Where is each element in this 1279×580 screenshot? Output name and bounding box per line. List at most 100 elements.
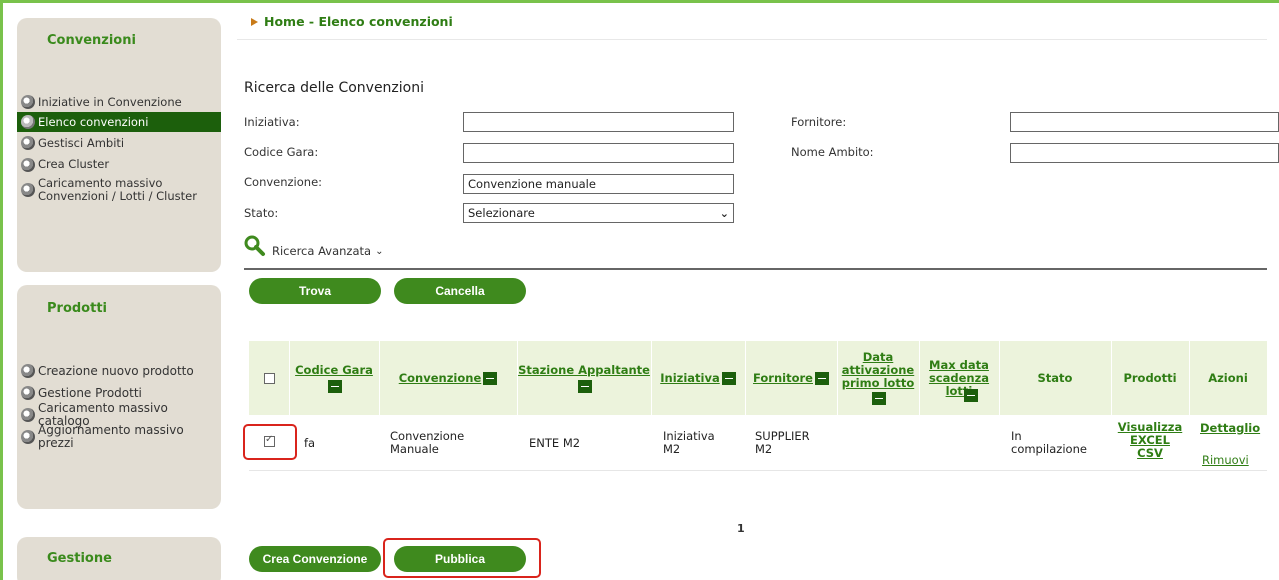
- select-all-checkbox[interactable]: [263, 372, 275, 384]
- collapse-column-icon[interactable]: [872, 392, 886, 405]
- header-data-attivazione[interactable]: Data attivazione primo lotto: [837, 341, 919, 415]
- chevron-down-icon: ⌄: [375, 245, 384, 257]
- highlight-pubblica-button: [383, 538, 541, 578]
- header-convenzione[interactable]: Convenzione: [379, 341, 517, 415]
- sidebar-item-aggiornamento-massivo-prezzi[interactable]: Aggiornamento massivo prezzi: [21, 423, 217, 450]
- cell-prodotti: Visualizza EXCEL CSV: [1111, 421, 1189, 460]
- bullet-icon: [21, 408, 35, 422]
- sidebar-item-caricamento-massivo-convenzioni[interactable]: Caricamento massivo Convenzioni / Lotti …: [21, 175, 217, 205]
- sidebar-item-creazione-nuovo-prodotto[interactable]: Creazione nuovo prodotto: [21, 360, 217, 382]
- header-stato: Stato: [999, 341, 1111, 415]
- bullet-icon: [21, 136, 35, 150]
- header-fornitore-label: Fornitore: [753, 370, 813, 385]
- bullet-icon: [21, 115, 35, 129]
- sidebar-item-elenco-convenzioni[interactable]: Elenco convenzioni: [17, 112, 221, 132]
- header-codice-gara-label: Codice Gara: [295, 362, 373, 377]
- bullet-icon: [21, 430, 35, 444]
- table-header: Codice Gara Convenzione Stazione Appalta…: [249, 341, 1267, 415]
- page-number[interactable]: 1: [737, 522, 745, 535]
- header-stazione-appaltante-label: Stazione Appaltante: [518, 362, 650, 377]
- header-max-data-scadenza-label: Max data scadenza lotti: [928, 357, 990, 398]
- bullet-icon: [21, 364, 35, 378]
- advanced-search-label: Ricerca Avanzata: [272, 244, 372, 258]
- chevron-down-icon: ⌄: [719, 206, 729, 220]
- header-stazione-appaltante[interactable]: Stazione Appaltante: [517, 341, 651, 415]
- bullet-icon: [21, 157, 35, 172]
- iniziativa-label: Iniziativa:: [244, 115, 300, 129]
- collapse-column-icon[interactable]: [814, 371, 829, 385]
- bullet-icon: [21, 183, 35, 197]
- stato-select-value: Selezionare: [468, 206, 535, 220]
- header-max-data-scadenza[interactable]: Max data scadenza lotti: [919, 341, 999, 415]
- trova-button[interactable]: Trova: [249, 278, 381, 304]
- crea-convenzione-button[interactable]: Crea Convenzione: [249, 546, 381, 572]
- frame-left-border: [0, 0, 3, 580]
- sidebar-item-crea-cluster[interactable]: Crea Cluster: [21, 154, 217, 175]
- header-azioni-label: Azioni: [1208, 370, 1248, 385]
- header-prodotti: Prodotti: [1111, 341, 1189, 415]
- sidebar-title-gestione: Gestione: [47, 551, 112, 566]
- search-icon: [244, 235, 265, 256]
- sidebar-item-label: Aggiornamento massivo prezzi: [38, 423, 184, 450]
- dettaglio-link[interactable]: Dettaglio: [1200, 422, 1260, 435]
- header-prodotti-label: Prodotti: [1123, 370, 1177, 385]
- sidebar-item-label: Iniziative in Convenzione: [38, 94, 182, 109]
- header-codice-gara[interactable]: Codice Gara: [289, 341, 379, 415]
- cell-fornitore: SUPPLIER M2: [755, 429, 810, 456]
- codice-gara-label: Codice Gara:: [244, 145, 319, 159]
- fornitore-label: Fornitore:: [791, 115, 847, 129]
- sidebar-title-prodotti: Prodotti: [47, 301, 107, 316]
- advanced-search-toggle[interactable]: Ricerca Avanzata ⌄: [244, 234, 383, 258]
- header-select-cell: [249, 341, 289, 415]
- nome-ambito-input[interactable]: [1010, 143, 1279, 163]
- header-data-attivazione-label: Data attivazione primo lotto: [841, 350, 915, 390]
- csv-link[interactable]: CSV: [1111, 447, 1189, 460]
- iniziativa-input[interactable]: [463, 112, 734, 132]
- search-divider: [244, 268, 1267, 270]
- sidebar-panel-convenzioni: Convenzioni Iniziative in Convenzione El…: [17, 18, 221, 272]
- sidebar-item-label: Gestione Prodotti: [38, 385, 142, 400]
- collapse-column-icon[interactable]: [328, 379, 342, 393]
- cell-iniziativa: Iniziativa M2: [663, 429, 715, 456]
- collapse-column-icon[interactable]: [578, 379, 592, 393]
- convenzione-input[interactable]: [463, 174, 734, 194]
- nome-ambito-label: Nome Ambito:: [791, 145, 874, 159]
- breadcrumb[interactable]: Home - Elenco convenzioni: [251, 14, 453, 29]
- search-title: Ricerca delle Convenzioni: [244, 80, 424, 96]
- rimuovi-link[interactable]: Rimuovi: [1202, 454, 1249, 467]
- sidebar-item-label: Elenco convenzioni: [38, 114, 149, 129]
- table-row: fa Convenzione Manuale ENTE M2 Iniziativ…: [249, 415, 1267, 471]
- breadcrumb-text: Home - Elenco convenzioni: [264, 14, 453, 29]
- cancella-button[interactable]: Cancella: [394, 278, 526, 304]
- collapse-column-icon[interactable]: [721, 371, 736, 385]
- fornitore-input[interactable]: [1010, 112, 1279, 132]
- bullet-icon: [21, 386, 35, 400]
- sidebar-item-label: Gestisci Ambiti: [38, 135, 125, 150]
- sidebar-panel-gestione: Gestione: [17, 537, 221, 580]
- stato-select[interactable]: Selezionare ⌄: [463, 203, 734, 223]
- sidebar-item-gestisci-ambiti[interactable]: Gestisci Ambiti: [21, 132, 217, 154]
- sidebar-panel-prodotti: Prodotti Creazione nuovo prodotto Gestio…: [17, 285, 221, 509]
- cell-stazione-appaltante: ENTE M2: [529, 436, 581, 450]
- sidebar-item-label: Creazione nuovo prodotto: [38, 363, 194, 378]
- header-stato-label: Stato: [1037, 370, 1073, 385]
- header-fornitore[interactable]: Fornitore: [745, 341, 837, 415]
- highlight-row-checkbox: [243, 424, 297, 460]
- sidebar-title-convenzioni: Convenzioni: [47, 33, 136, 48]
- codice-gara-input[interactable]: [463, 143, 734, 163]
- cell-stato: In compilazione: [1011, 429, 1087, 456]
- sidebar-item-label: Crea Cluster: [38, 157, 110, 171]
- collapse-column-icon[interactable]: [964, 389, 978, 402]
- cell-convenzione: Convenzione Manuale: [390, 429, 465, 456]
- sidebar-item-iniziative-in-convenzione[interactable]: Iniziative in Convenzione: [21, 92, 217, 112]
- frame-top-border: [0, 0, 1279, 3]
- bullet-icon: [21, 95, 35, 109]
- header-iniziativa[interactable]: Iniziativa: [651, 341, 745, 415]
- convenzione-label: Convenzione:: [244, 175, 323, 189]
- breadcrumb-divider: [237, 39, 1267, 40]
- header-azioni: Azioni: [1189, 341, 1267, 415]
- breadcrumb-arrow-icon: [251, 17, 258, 26]
- header-convenzione-label: Convenzione: [398, 370, 482, 385]
- collapse-column-icon[interactable]: [483, 371, 498, 385]
- sidebar-item-label: Caricamento massivo Convenzioni / Lotti …: [38, 176, 197, 203]
